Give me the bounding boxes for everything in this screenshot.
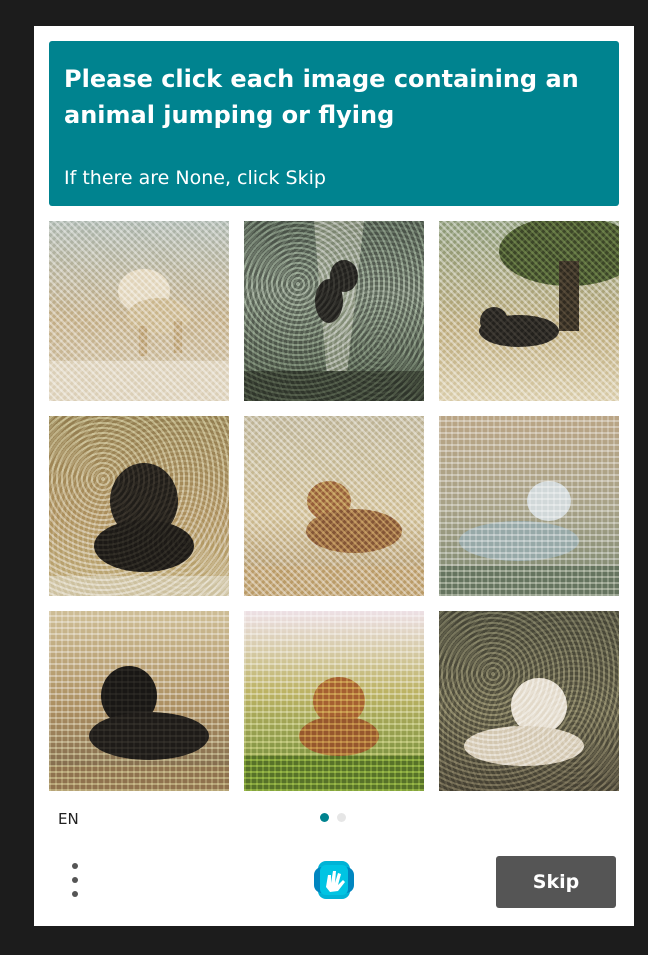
page-indicator	[320, 813, 346, 822]
image-tile-3[interactable]	[439, 221, 619, 401]
image-grid	[49, 221, 619, 791]
language-selector[interactable]: EN	[58, 810, 79, 828]
page-dot-2	[337, 813, 346, 822]
challenge-prompt: Please click each image containing an an…	[64, 65, 579, 129]
image-tile-6[interactable]	[439, 416, 619, 596]
page-dot-1	[320, 813, 329, 822]
image-tile-7[interactable]	[49, 611, 229, 791]
image-tile-8[interactable]	[244, 611, 424, 791]
hcaptcha-logo-icon	[314, 861, 354, 899]
image-tile-9[interactable]	[439, 611, 619, 791]
image-tile-5[interactable]	[244, 416, 424, 596]
challenge-subprompt: If there are None, click Skip	[64, 167, 326, 189]
captcha-frame: Please click each image containing an an…	[34, 26, 634, 926]
image-tile-4[interactable]	[49, 416, 229, 596]
image-tile-1[interactable]	[49, 221, 229, 401]
skip-button[interactable]: Skip	[496, 856, 616, 908]
more-vertical-icon[interactable]	[64, 859, 86, 901]
challenge-header: Please click each image containing an an…	[49, 41, 619, 206]
image-tile-2[interactable]	[244, 221, 424, 401]
